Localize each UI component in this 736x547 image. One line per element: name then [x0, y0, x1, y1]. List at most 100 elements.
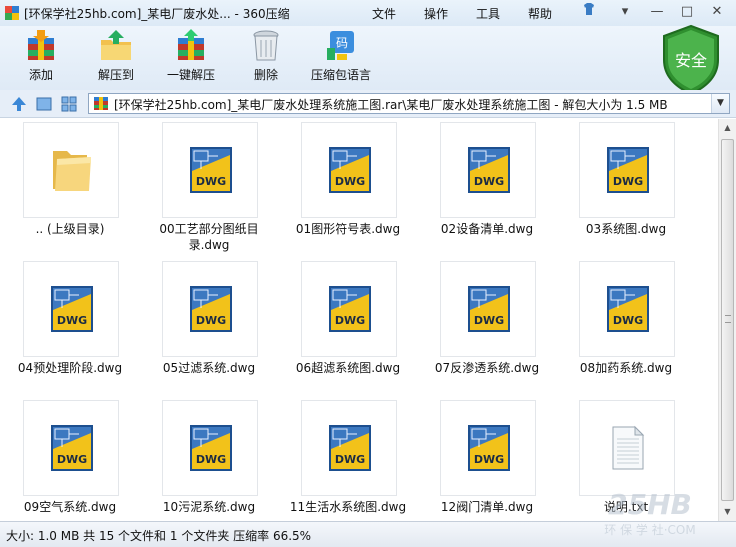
path-dropdown-icon[interactable]: ▼	[711, 94, 729, 113]
status-text: 大小: 1.0 MB 共 15 个文件和 1 个文件夹 压缩率 66.5%	[6, 529, 312, 543]
address-bar: [环保学社25hb.com]_某电厂废水处理系统施工图.rar\某电厂废水处理系…	[0, 90, 736, 118]
file-name: 06超滤系统图.dwg	[295, 361, 401, 375]
details-view-icon[interactable]	[60, 95, 78, 113]
dwg-file-icon: DWG	[607, 286, 649, 332]
maximize-button[interactable]: □	[676, 2, 698, 22]
dwg-badge: DWG	[613, 175, 643, 188]
parent-folder-item[interactable]: .. (上级目录)	[0, 120, 130, 256]
dwg-badge: DWG	[57, 314, 87, 327]
file-thumbnail: DWG	[440, 122, 536, 218]
dwg-badge: DWG	[335, 314, 365, 327]
file-name: 09空气系统.dwg	[23, 500, 117, 514]
archive-language-label: 压缩包语言	[310, 68, 371, 82]
dwg-file-icon: DWG	[51, 425, 93, 471]
dwg-badge: DWG	[57, 453, 87, 466]
file-thumbnail: DWG	[440, 400, 536, 496]
up-level-icon[interactable]	[10, 95, 28, 113]
file-name: 05过滤系统.dwg	[162, 361, 256, 375]
delete-button[interactable]: 删除	[231, 28, 301, 88]
file-thumbnail: DWG	[23, 261, 119, 357]
file-item[interactable]: DWG 06超滤系统图.dwg	[278, 259, 408, 395]
file-name: 08加药系统.dwg	[579, 361, 673, 375]
vertical-scrollbar[interactable]: ▲ ▼	[718, 119, 736, 521]
scroll-thumb[interactable]	[721, 139, 734, 501]
window-title: [环保学社25hb.com]_某电厂废水处... - 360压缩	[24, 7, 290, 21]
dwg-badge: DWG	[335, 453, 365, 466]
toolbar: 添加 解压到 一键解压 删除 码 压缩包语言	[0, 26, 736, 90]
dwg-file-icon: DWG	[190, 286, 232, 332]
dwg-file-icon: DWG	[329, 425, 371, 471]
one-click-extract-button[interactable]: 一键解压	[156, 28, 226, 88]
path-text: [环保学社25hb.com]_某电厂废水处理系统施工图.rar\某电厂废水处理系…	[114, 98, 668, 112]
add-button[interactable]: 添加	[6, 28, 76, 88]
file-item[interactable]: DWG 10污泥系统.dwg	[139, 398, 269, 521]
file-thumbnail: DWG	[301, 400, 397, 496]
file-item[interactable]: DWG 11生活水系统图.dwg	[278, 398, 408, 521]
extract-to-label: 解压到	[97, 68, 134, 82]
dwg-file-icon: DWG	[468, 425, 510, 471]
file-item[interactable]: DWG 03系统图.dwg	[556, 120, 686, 256]
file-name: 03系统图.dwg	[585, 222, 667, 236]
file-name: 04预处理阶段.dwg	[17, 361, 123, 375]
archive-icon	[94, 97, 108, 110]
file-list: .. (上级目录) DWG 00工艺部分图纸目录.dwg DWG 01图形符号表.dwg…	[0, 119, 718, 521]
dwg-file-icon: DWG	[468, 147, 510, 193]
folder-icon	[53, 151, 91, 191]
dwg-badge: DWG	[196, 314, 226, 327]
file-thumbnail: DWG	[162, 261, 258, 357]
scroll-up-icon[interactable]: ▲	[719, 119, 736, 136]
menu-help[interactable]: 帮助	[528, 5, 552, 22]
file-name: 01图形符号表.dwg	[295, 222, 401, 236]
app-window: [环保学社25hb.com]_某电厂废水处... - 360压缩 文件 操作 工…	[0, 0, 736, 547]
extract-to-icon	[101, 30, 131, 60]
minimize-button[interactable]: —	[646, 2, 668, 22]
file-name: 说明.txt	[603, 500, 649, 514]
menu-operate[interactable]: 操作	[424, 5, 448, 22]
large-icons-view-icon[interactable]	[35, 95, 53, 113]
file-thumbnail: DWG	[579, 261, 675, 357]
dwg-badge: DWG	[196, 175, 226, 188]
file-item[interactable]: DWG 02设备清单.dwg	[417, 120, 547, 256]
skin-icon[interactable]	[578, 2, 600, 22]
file-item[interactable]: DWG 08加药系统.dwg	[556, 259, 686, 395]
file-item[interactable]: DWG 09空气系统.dwg	[0, 398, 130, 521]
text-file-icon	[612, 425, 645, 470]
file-item[interactable]: DWG 04预处理阶段.dwg	[0, 259, 130, 395]
add-label: 添加	[28, 68, 53, 82]
dwg-badge: DWG	[196, 453, 226, 466]
path-field[interactable]: [环保学社25hb.com]_某电厂废水处理系统施工图.rar\某电厂废水处理系…	[88, 93, 730, 114]
file-thumbnail	[579, 400, 675, 496]
dwg-file-icon: DWG	[607, 147, 649, 193]
menu-tools[interactable]: 工具	[476, 5, 500, 22]
extract-to-button[interactable]: 解压到	[81, 28, 151, 88]
close-button[interactable]: ✕	[706, 2, 728, 22]
file-thumbnail: DWG	[579, 122, 675, 218]
dwg-badge: DWG	[335, 175, 365, 188]
dwg-file-icon: DWG	[468, 286, 510, 332]
security-label: 安全	[675, 51, 707, 70]
file-item[interactable]: DWG 05过滤系统.dwg	[139, 259, 269, 395]
file-name: 12阀门清单.dwg	[440, 500, 534, 514]
file-thumbnail: DWG	[301, 122, 397, 218]
file-item[interactable]: DWG 01图形符号表.dwg	[278, 120, 408, 256]
archive-language-button[interactable]: 码 压缩包语言	[306, 28, 376, 88]
scroll-down-icon[interactable]: ▼	[719, 503, 736, 520]
code-page-icon: 码	[327, 31, 354, 60]
app-icon	[5, 6, 19, 20]
file-name: .. (上级目录)	[35, 222, 105, 236]
dwg-badge: DWG	[474, 175, 504, 188]
file-thumbnail	[23, 122, 119, 218]
file-item[interactable]: DWG 12阀门清单.dwg	[417, 398, 547, 521]
title-bar: [环保学社25hb.com]_某电厂废水处... - 360压缩 文件 操作 工…	[0, 0, 736, 26]
file-name: 10污泥系统.dwg	[162, 500, 256, 514]
security-shield-icon[interactable]: 安全	[660, 24, 722, 96]
file-name: 07反渗透系统.dwg	[434, 361, 540, 375]
file-item[interactable]: 说明.txt	[556, 398, 686, 521]
menu-file[interactable]: 文件	[372, 5, 396, 22]
menu-dropdown-icon[interactable]: ▾	[614, 2, 636, 22]
file-item[interactable]: DWG 00工艺部分图纸目录.dwg	[139, 120, 269, 256]
file-item[interactable]: DWG 07反渗透系统.dwg	[417, 259, 547, 395]
file-name: 02设备清单.dwg	[440, 222, 534, 236]
delete-label: 删除	[253, 68, 278, 82]
file-name: 11生活水系统图.dwg	[289, 500, 407, 514]
